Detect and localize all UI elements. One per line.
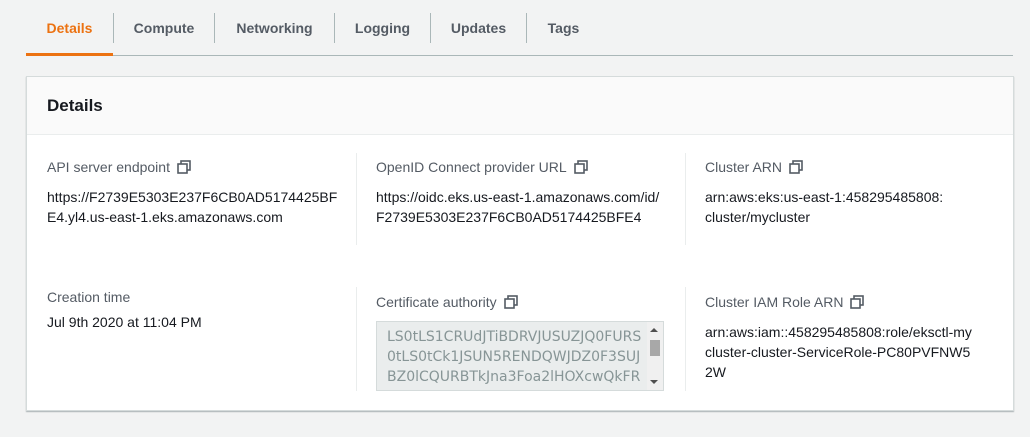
- cluster-arn-label: Cluster ARN: [705, 159, 783, 175]
- panel-title: Details: [47, 95, 103, 115]
- tab-tags[interactable]: Tags: [527, 0, 600, 55]
- column-divider: [685, 287, 686, 391]
- scroll-down-icon[interactable]: [650, 380, 658, 384]
- certificate-scrollbar[interactable]: [647, 322, 663, 390]
- cluster-arn-field: Cluster ARN arn:aws:eks:us-east-1:458295…: [705, 157, 985, 227]
- column-divider: [356, 287, 357, 391]
- tab-compute[interactable]: Compute: [114, 0, 214, 55]
- certificate-textarea[interactable]: LS0tLS1CRUdJTiBDRVJUSUZJQ0FURS0tLS0tCk1J…: [376, 321, 664, 391]
- openid-label: OpenID Connect provider URL: [376, 159, 567, 175]
- creation-time-label: Creation time: [47, 289, 131, 305]
- certificate-value: LS0tLS1CRUdJTiBDRVJUSUZJQ0FURS0tLS0tCk1J…: [387, 329, 642, 390]
- tab-bar: Details Compute Networking Logging Updat…: [26, 0, 1013, 56]
- column-divider: [685, 153, 686, 245]
- iam-role-label-row: Cluster IAM Role ARN: [705, 292, 985, 312]
- openid-label-row: OpenID Connect provider URL: [376, 157, 666, 177]
- api-endpoint-label-row: API server endpoint: [47, 157, 342, 177]
- openid-value: https://oidc.eks.us-east-1.amazonaws.com…: [376, 189, 660, 225]
- creation-time-value: Jul 9th 2020 at 11:04 PM: [47, 314, 202, 330]
- column-divider: [356, 153, 357, 245]
- tab-details[interactable]: Details: [26, 0, 113, 56]
- api-endpoint-field: API server endpoint https://F2739E5303E2…: [47, 157, 342, 227]
- scroll-thumb[interactable]: [650, 340, 660, 356]
- iam-role-value: arn:aws:iam::458295485808:role/eksctl-my…: [705, 324, 972, 380]
- panel-header: Details: [27, 77, 1013, 135]
- iam-role-label: Cluster IAM Role ARN: [705, 294, 844, 310]
- details-panel: Details API server endpoint https://F273…: [26, 76, 1014, 411]
- api-endpoint-label: API server endpoint: [47, 159, 170, 175]
- copy-icon[interactable]: [573, 160, 588, 174]
- certificate-authority-field: Certificate authority: [376, 292, 666, 312]
- openid-url-field: OpenID Connect provider URL https://oidc…: [376, 157, 666, 227]
- api-endpoint-value: https://F2739E5303E237F6CB0AD5174425BFE4…: [47, 189, 338, 225]
- certificate-label: Certificate authority: [376, 294, 497, 310]
- cluster-arn-value: arn:aws:eks:us-east-1:458295485808:clust…: [705, 189, 944, 225]
- creation-time-field: Creation time Jul 9th 2020 at 11:04 PM: [47, 287, 342, 332]
- copy-icon[interactable]: [503, 295, 518, 309]
- scroll-up-icon[interactable]: [650, 328, 658, 332]
- cluster-arn-label-row: Cluster ARN: [705, 157, 985, 177]
- tab-updates[interactable]: Updates: [431, 0, 526, 55]
- copy-icon[interactable]: [789, 160, 803, 174]
- tab-networking[interactable]: Networking: [215, 0, 334, 55]
- copy-icon[interactable]: [177, 160, 191, 174]
- tab-logging[interactable]: Logging: [335, 0, 430, 55]
- iam-role-field: Cluster IAM Role ARN arn:aws:iam::458295…: [705, 292, 985, 382]
- certificate-label-row: Certificate authority: [376, 292, 666, 312]
- copy-icon[interactable]: [850, 295, 865, 309]
